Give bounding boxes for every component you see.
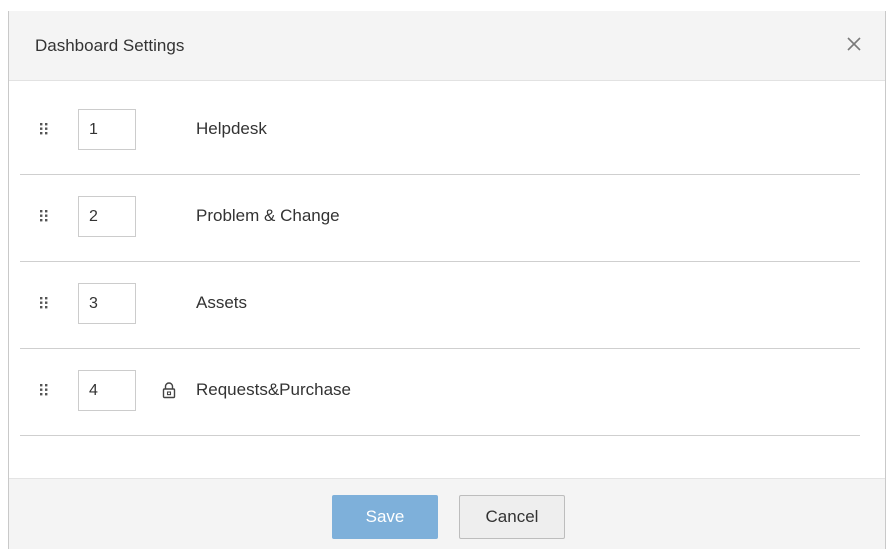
lock-icon: [162, 381, 176, 399]
drag-handle-icon[interactable]: [39, 383, 49, 399]
dashboard-label: Problem & Change: [196, 206, 340, 225]
dialog-header: Dashboard Settings: [9, 11, 885, 81]
dialog-title: Dashboard Settings: [35, 36, 185, 55]
cancel-button[interactable]: Cancel: [459, 495, 565, 539]
order-input[interactable]: [78, 196, 136, 237]
list-item: Helpdesk: [20, 88, 860, 175]
dashboard-list: Helpdesk Problem & Change: [20, 88, 860, 436]
order-input[interactable]: [78, 109, 136, 150]
close-button[interactable]: [841, 29, 867, 59]
dialog-footer: Save Cancel: [9, 478, 885, 549]
dashboard-settings-dialog: Dashboard Settings Helpdesk: [8, 11, 886, 549]
dashboard-label: Assets: [196, 293, 248, 312]
drag-handle-icon[interactable]: [39, 209, 49, 225]
list-item: Problem & Change: [20, 175, 860, 262]
drag-handle-icon[interactable]: [39, 296, 49, 312]
dashboard-label: Helpdesk: [196, 119, 267, 138]
save-button[interactable]: Save: [332, 495, 438, 539]
list-item: Requests&Purchase: [20, 349, 860, 436]
close-icon: [847, 37, 861, 51]
dashboard-label: Requests&Purchase: [196, 380, 351, 399]
order-input[interactable]: [78, 283, 136, 324]
order-input[interactable]: [78, 370, 136, 411]
drag-handle-icon[interactable]: [39, 122, 49, 138]
list-item: Assets: [20, 262, 860, 349]
